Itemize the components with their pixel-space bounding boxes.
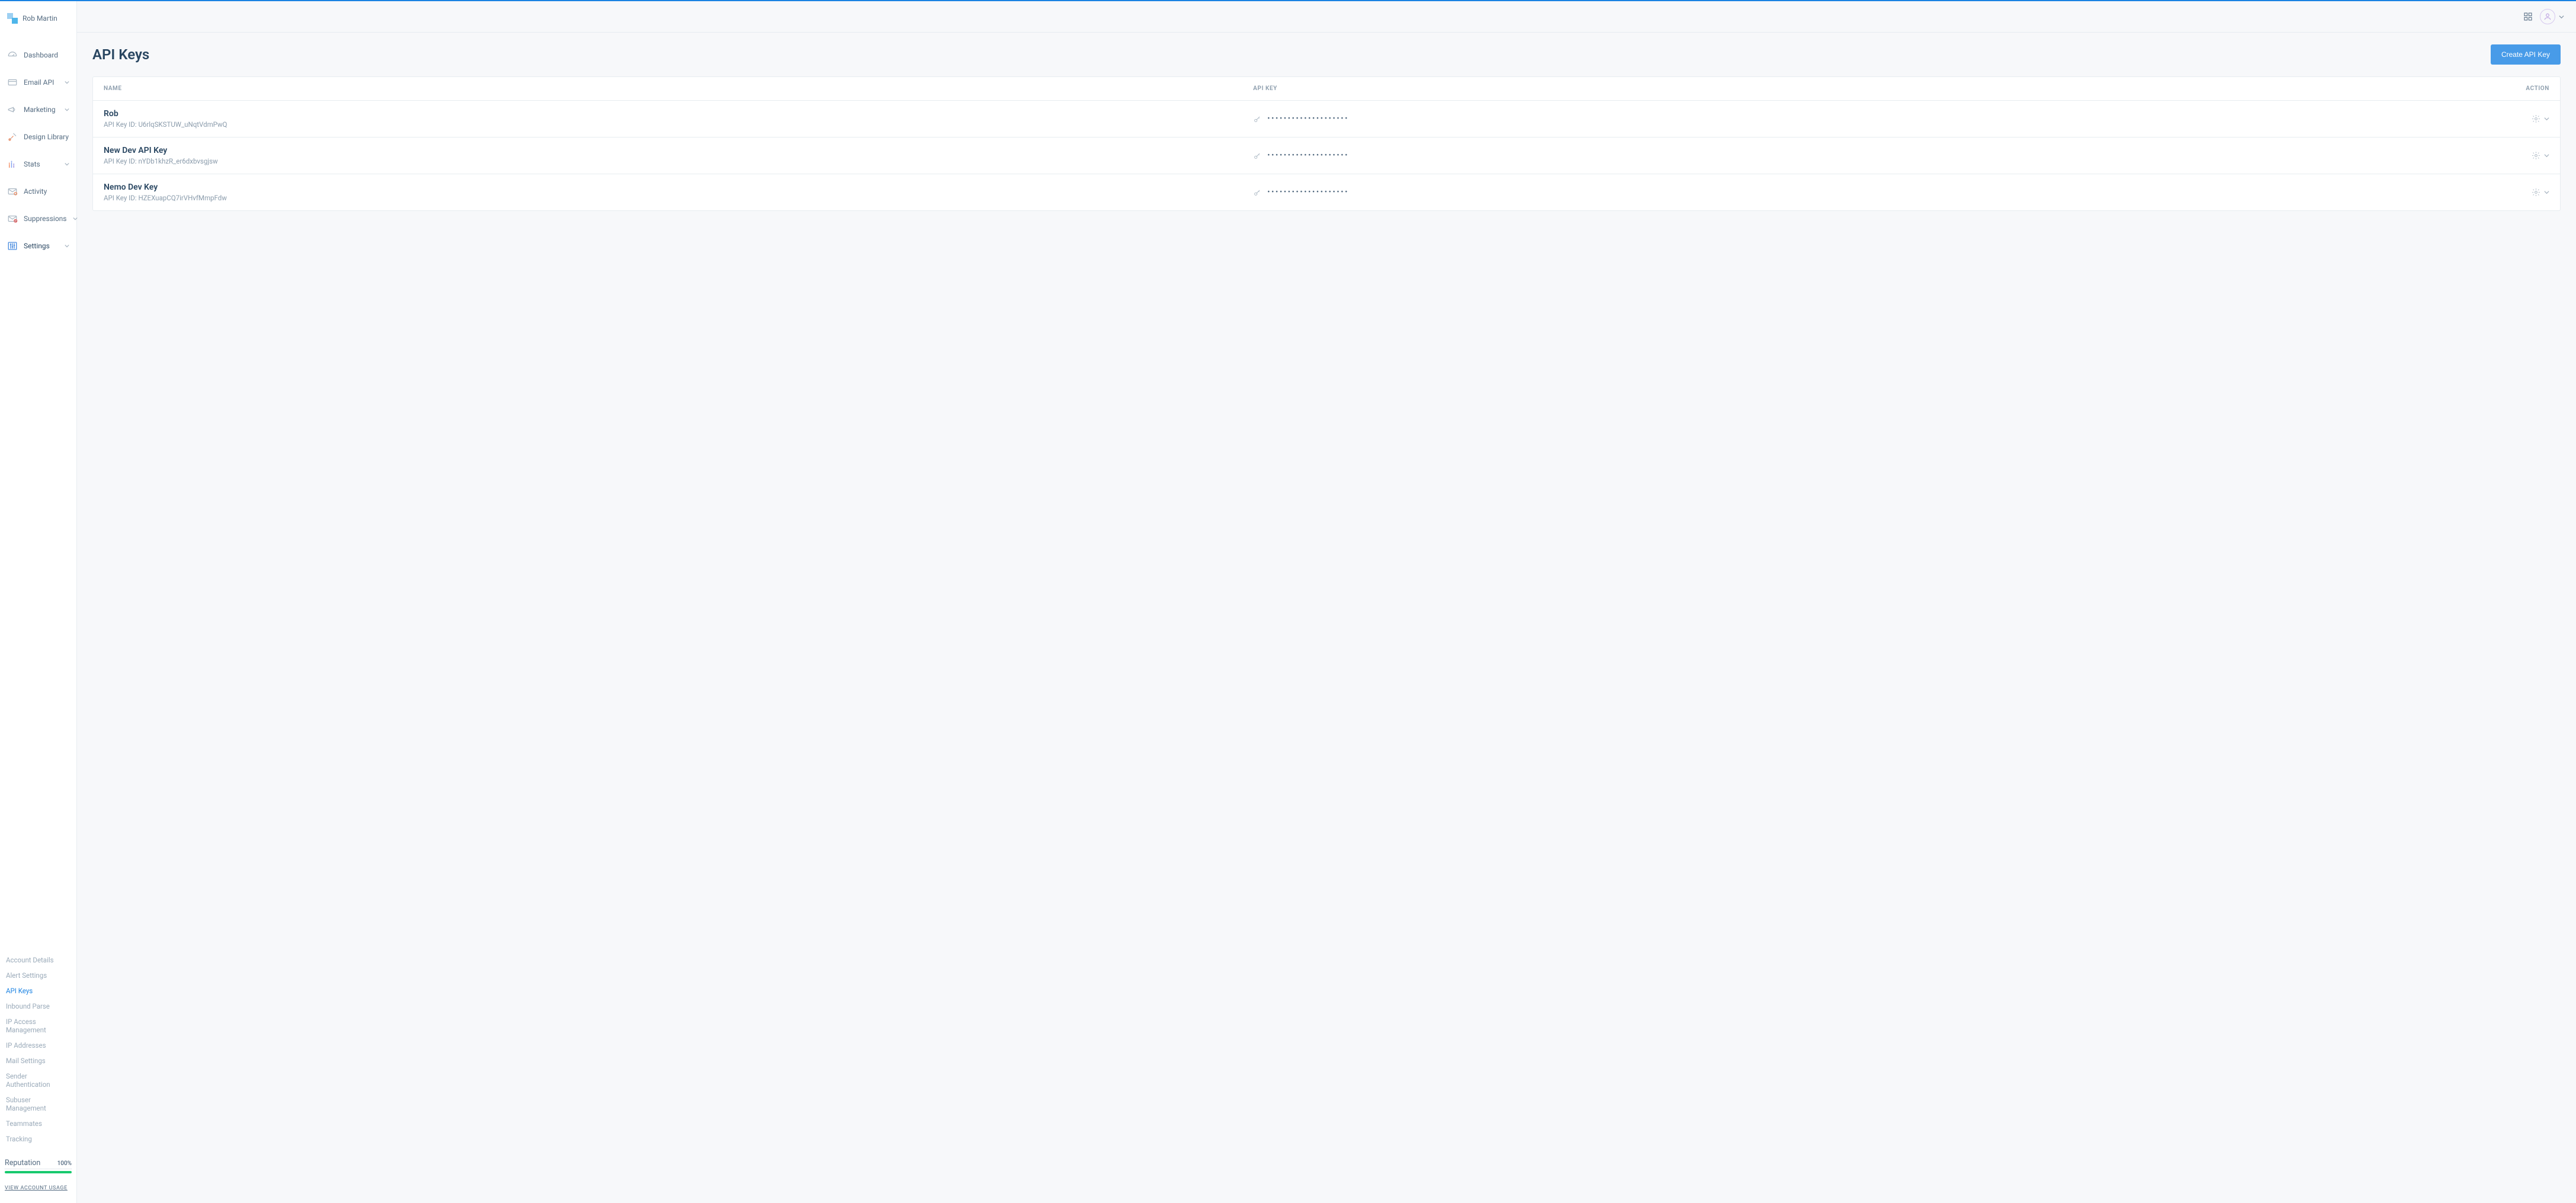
api-key-id: API Key ID: U6rlqSKSTUW_uNqtVdmPwQ	[104, 120, 1253, 129]
th-action: ACTION	[2329, 85, 2549, 92]
megaphone-icon	[7, 104, 18, 115]
key-icon	[1253, 152, 1261, 160]
masked-key: ••••••••••••••••••••	[1267, 114, 1349, 123]
sidebar-item-label: Email API	[24, 78, 59, 87]
view-account-usage-link[interactable]: VIEW ACCOUNT USAGE	[0, 1179, 76, 1203]
sidebar-item-label: Marketing	[24, 105, 59, 114]
subnav-mail-settings[interactable]: Mail Settings	[0, 1053, 76, 1068]
row-action-menu[interactable]	[2329, 114, 2549, 123]
masked-key: ••••••••••••••••••••	[1267, 188, 1349, 197]
page-header: API Keys Create API Key	[92, 44, 2561, 65]
sidebar-item-label: Activity	[24, 187, 69, 196]
user-menu[interactable]	[2540, 9, 2564, 24]
gear-icon	[2532, 151, 2540, 160]
subnav-api-keys[interactable]: API Keys	[0, 983, 76, 999]
sidebar-item-label: Design Library	[24, 133, 69, 141]
sliders-icon	[7, 241, 18, 251]
reputation-percent: 100%	[57, 1160, 72, 1167]
stats-icon	[7, 159, 18, 169]
sidebar-item-settings[interactable]: Settings	[0, 232, 76, 260]
api-keys-table: NAME API KEY ACTION RobAPI Key ID: U6rlq…	[92, 76, 2561, 211]
sidebar-item-marketing[interactable]: Marketing	[0, 96, 76, 123]
mail-block-icon	[7, 213, 18, 224]
gear-icon	[2532, 114, 2540, 123]
apps-grid-icon[interactable]	[2523, 12, 2533, 21]
sidebar-item-design-library[interactable]: Design Library	[0, 123, 76, 151]
avatar-icon	[2540, 9, 2555, 24]
api-key-name: New Dev API Key	[104, 146, 1253, 155]
table-row: RobAPI Key ID: U6rlqSKSTUW_uNqtVdmPwQ •••…	[93, 101, 2560, 137]
gear-icon	[2532, 188, 2540, 197]
key-value-cell: ••••••••••••••••••••	[1253, 151, 2329, 160]
subnav-alert-settings[interactable]: Alert Settings	[0, 968, 76, 983]
logo-icon	[7, 13, 18, 24]
chevron-down-icon	[73, 216, 78, 221]
subnav-ip-addresses[interactable]: IP Addresses	[0, 1038, 76, 1053]
key-value-cell: ••••••••••••••••••••	[1253, 114, 2329, 123]
sidebar-item-stats[interactable]: Stats	[0, 151, 76, 178]
chevron-down-icon	[2544, 153, 2549, 158]
sidebar-item-email-api[interactable]: Email API	[0, 69, 76, 96]
table-header-row: NAME API KEY ACTION	[93, 77, 2560, 101]
row-action-menu[interactable]	[2329, 151, 2549, 160]
sidebar-item-dashboard[interactable]: Dashboard	[0, 41, 76, 69]
table-row: New Dev API Key API Key ID: nYDb1khzR_er6…	[93, 137, 2560, 174]
key-name-block: New Dev API Key API Key ID: nYDb1khzR_er6…	[104, 146, 1253, 165]
th-name: NAME	[104, 85, 1253, 92]
chevron-down-icon	[65, 244, 69, 248]
key-name-block: Nemo Dev Key API Key ID: HZEXuapCQ7irVHvf…	[104, 183, 1253, 202]
create-api-key-button[interactable]: Create API Key	[2491, 44, 2561, 65]
sidebar-item-label: Settings	[24, 242, 59, 250]
api-key-name: Rob	[104, 109, 1253, 119]
reputation-bar	[5, 1171, 72, 1173]
gauge-icon	[7, 50, 18, 60]
settings-subnav: Account Details Alert Settings API Keys …	[0, 950, 76, 1153]
subnav-subuser-management[interactable]: Subuser Management	[0, 1092, 76, 1116]
row-action-menu[interactable]	[2329, 188, 2549, 197]
subnav-teammates[interactable]: Teammates	[0, 1116, 76, 1131]
chevron-down-icon	[2544, 190, 2549, 195]
mail-icon	[7, 186, 18, 197]
page-title: API Keys	[92, 46, 149, 63]
sidebar-item-activity[interactable]: Activity	[0, 178, 76, 205]
reputation-label: Reputation	[5, 1159, 40, 1167]
key-icon	[1253, 188, 1261, 197]
reputation-widget: Reputation 100%	[0, 1153, 76, 1179]
api-key-id: API Key ID: nYDb1khzR_er6dxbvsgjsw	[104, 157, 1253, 165]
key-value-cell: ••••••••••••••••••••	[1253, 188, 2329, 197]
subnav-ip-access-management[interactable]: IP Access Management	[0, 1014, 76, 1038]
chevron-down-icon	[2559, 14, 2564, 20]
chevron-down-icon	[65, 80, 69, 85]
chevron-down-icon	[65, 162, 69, 167]
sidebar: Rob Martin Dashboard Email API	[0, 1, 77, 1203]
subnav-account-details[interactable]: Account Details	[0, 952, 76, 968]
design-icon	[7, 132, 18, 142]
subnav-sender-authentication[interactable]: Sender Authentication	[0, 1068, 76, 1092]
topbar	[77, 1, 2576, 33]
card-icon	[7, 77, 18, 88]
sidebar-item-label: Stats	[24, 160, 59, 168]
api-key-name: Nemo Dev Key	[104, 183, 1253, 192]
sidebar-item-label: Dashboard	[24, 51, 69, 59]
key-name-block: RobAPI Key ID: U6rlqSKSTUW_uNqtVdmPwQ	[104, 109, 1253, 129]
sidebar-item-label: Suppressions	[24, 215, 67, 223]
sidebar-user-name: Rob Martin	[23, 14, 57, 23]
sidebar-item-suppressions[interactable]: Suppressions	[0, 205, 76, 232]
masked-key: ••••••••••••••••••••	[1267, 151, 1349, 160]
chevron-down-icon	[2544, 116, 2549, 121]
sidebar-nav: Dashboard Email API Marketing	[0, 36, 76, 950]
th-api-key: API KEY	[1253, 85, 2329, 92]
main-content: API Keys Create API Key NAME API KEY ACT…	[77, 1, 2576, 1203]
key-icon	[1253, 115, 1261, 123]
chevron-down-icon	[65, 107, 69, 112]
sidebar-user[interactable]: Rob Martin	[0, 13, 76, 36]
api-key-id: API Key ID: HZEXuapCQ7irVHvfMmpFdw	[104, 194, 1253, 202]
table-row: Nemo Dev Key API Key ID: HZEXuapCQ7irVHvf…	[93, 174, 2560, 210]
subnav-tracking[interactable]: Tracking	[0, 1131, 76, 1147]
subnav-inbound-parse[interactable]: Inbound Parse	[0, 999, 76, 1014]
